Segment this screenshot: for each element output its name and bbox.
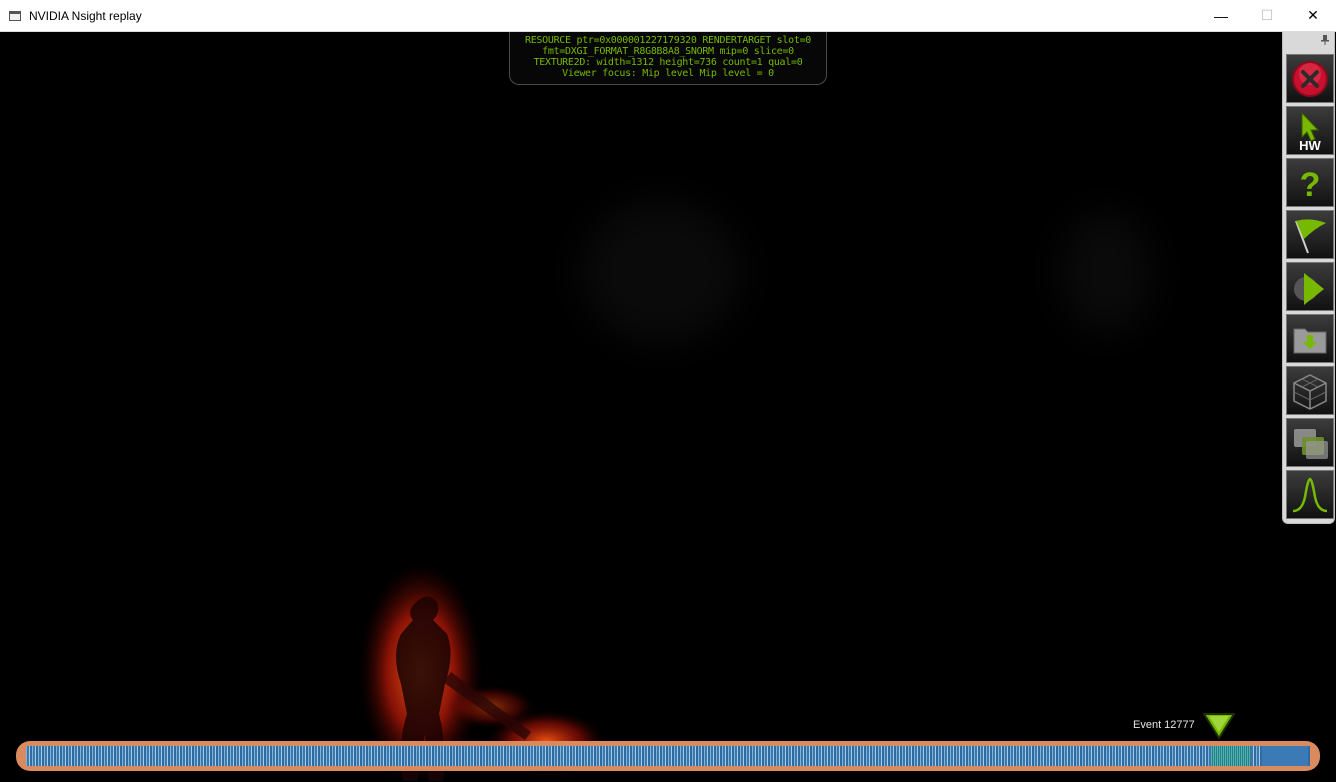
maximize-button[interactable]: ☐ bbox=[1244, 0, 1290, 31]
hw-label: HW bbox=[1299, 138, 1321, 151]
hud-line-focus: Viewer focus: Mip level Mip level = 0 bbox=[562, 68, 774, 79]
help-glyph: ? bbox=[1300, 166, 1321, 203]
pin-icon[interactable] bbox=[1320, 35, 1330, 45]
play-icon bbox=[1294, 272, 1324, 305]
bell-curve-icon bbox=[1292, 477, 1328, 512]
overlay-button[interactable] bbox=[1286, 418, 1334, 467]
flag-icon bbox=[1295, 218, 1326, 253]
timeline-dense-region bbox=[1211, 746, 1251, 766]
hw-cursor-button[interactable]: HW bbox=[1286, 106, 1334, 155]
window-controls: — ☐ ✕ bbox=[1198, 0, 1336, 31]
folder-download-icon bbox=[1293, 328, 1327, 353]
close-button[interactable]: ✕ bbox=[1290, 0, 1336, 31]
hud-line-texture: TEXTURE2D: width=1312 height=736 count=1… bbox=[533, 57, 803, 68]
background-shape bbox=[581, 202, 741, 342]
window-title: NVIDIA Nsight replay bbox=[29, 8, 142, 23]
play-button[interactable] bbox=[1286, 262, 1334, 311]
hud-line-resource: RESOURCE ptr=0x000001227179320 RENDERTAR… bbox=[524, 35, 812, 46]
window-titlebar: NVIDIA Nsight replay — ☐ ✕ bbox=[0, 0, 1336, 32]
background-shape bbox=[1061, 212, 1151, 332]
red-x-circle-icon bbox=[1292, 60, 1328, 97]
close-capture-button[interactable] bbox=[1286, 54, 1334, 103]
hud-toolbar: HW ? bbox=[1282, 32, 1335, 524]
save-capture-button[interactable] bbox=[1286, 314, 1334, 363]
question-mark-icon: ? bbox=[1300, 166, 1321, 203]
graph-button[interactable] bbox=[1286, 470, 1334, 519]
help-button[interactable]: ? bbox=[1286, 158, 1334, 207]
minimize-button[interactable]: — bbox=[1198, 0, 1244, 31]
event-marker-icon[interactable] bbox=[1203, 713, 1235, 739]
hud-line-format: fmt=DXGI_FORMAT_R8G8B8A8_SNORM mip=0 sli… bbox=[542, 46, 794, 57]
overlapping-squares-icon bbox=[1294, 428, 1328, 459]
app-window-icon bbox=[9, 10, 21, 21]
geometry-view-button[interactable] bbox=[1286, 366, 1334, 415]
event-timeline[interactable] bbox=[16, 741, 1320, 771]
event-counter-label: Event 12777 bbox=[1133, 719, 1195, 731]
timeline-solid-region bbox=[1262, 746, 1308, 766]
replay-viewport[interactable]: RESOURCE ptr=0x000001227179320 RENDERTAR… bbox=[1, 32, 1335, 781]
flag-button[interactable] bbox=[1286, 210, 1334, 259]
cursor-icon: HW bbox=[1299, 111, 1322, 151]
wireframe-cube-icon bbox=[1293, 373, 1327, 410]
timeline-track[interactable] bbox=[26, 746, 1310, 766]
resource-info-hud: RESOURCE ptr=0x000001227179320 RENDERTAR… bbox=[509, 32, 827, 85]
